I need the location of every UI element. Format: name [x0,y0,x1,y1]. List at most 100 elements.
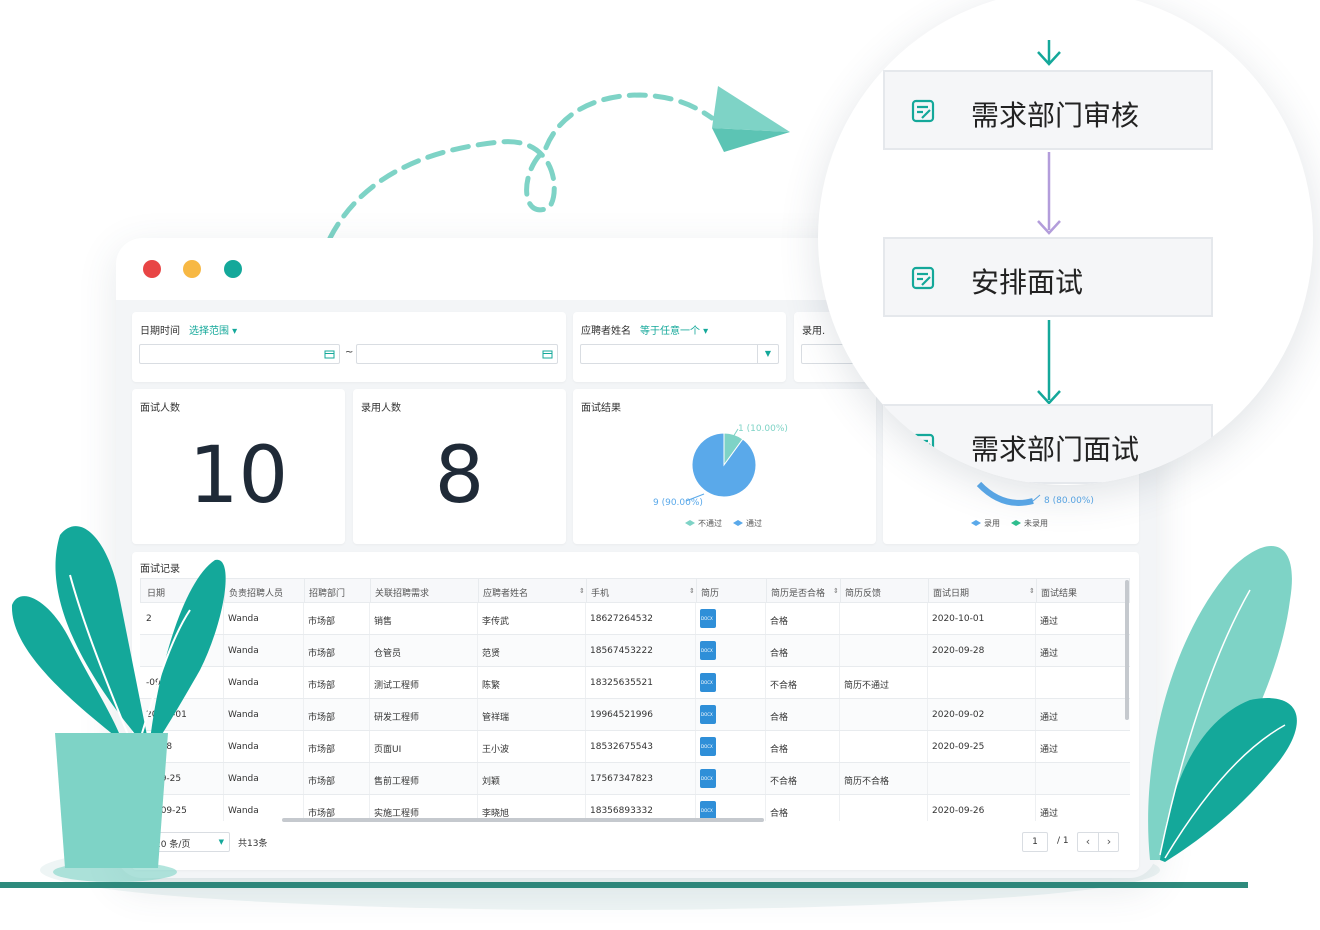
column-divider [839,699,840,731]
prev-page-icon[interactable]: ‹ [1078,833,1099,851]
date-mode-dropdown[interactable]: 选择范围 ▾ [189,322,237,337]
column-divider [839,731,840,763]
table-row[interactable]: 0-09-25 Wanda 市场部 售前工程师 刘颖 17567347823 不合格 简历不合… [140,763,1130,795]
records-title: 面试记录 [140,564,180,575]
flow-step-schedule-interview[interactable]: 安排面试 [883,237,1213,317]
table-row[interactable]: 20-09-01 Wanda 市场部 研发工程师 管祥瑞 19964521996 合格 202… [140,699,1130,731]
column-divider [1035,731,1036,763]
column-header[interactable]: 关联招聘需求 [375,586,429,599]
sort-icon[interactable]: ⇕ [579,587,585,595]
column-divider [304,579,305,604]
pie-slice [976,481,1034,506]
sort-icon[interactable]: ⇕ [833,587,839,595]
sort-icon[interactable]: ⇕ [689,587,695,595]
table-row[interactable]: -09-25 Wanda 市场部 测试工程师 陈繁 18325635521 不合格 简历不通过 [140,667,1130,699]
name-filter-label: 应聘者姓名 [581,326,631,337]
close-button[interactable] [143,260,161,278]
docx-file-icon[interactable] [700,705,716,724]
docx-file-icon[interactable] [700,673,716,692]
page-total: / 1 [1057,836,1069,846]
recruiter-cell[interactable]: Wanda [228,678,259,688]
department-cell[interactable]: 市场部 [308,742,335,755]
department-cell[interactable]: 市场部 [308,710,335,723]
page-size-select[interactable]: 20 条/页 ▼ [142,832,230,852]
column-divider [839,667,840,699]
recruiter-cell[interactable]: Wanda [228,614,259,624]
candidate-cell: 刘颖 [482,777,501,787]
minimize-button[interactable] [183,260,201,278]
column-divider [765,731,766,763]
column-divider [369,763,370,795]
legend-label: 录用 [984,519,1000,528]
column-header[interactable]: 应聘者姓名 [483,586,528,599]
date-cell: 20-09-01 [146,710,187,720]
table-row[interactable]: 08-28 Wanda 市场部 页面UI 王小波 18532675543 合格 2020-09… [140,731,1130,763]
recruiter-cell[interactable]: Wanda [228,646,259,656]
chevron-down-icon[interactable]: ▼ [219,838,224,846]
department-cell[interactable]: 市场部 [308,614,335,627]
column-header[interactable]: 负责招聘人员 [229,586,283,599]
column-divider [303,763,304,795]
table-row[interactable]: Wanda 市场部 仓管员 范贤 18567453222 合格 2020-09-28 通过 [140,635,1130,667]
current-page-input[interactable]: 1 [1022,832,1048,852]
column-header[interactable]: 简历是否合格 [771,586,825,599]
column-divider [585,731,586,763]
requirement-cell: 研发工程师 [374,713,420,723]
column-divider [585,699,586,731]
column-header[interactable]: 招聘部门 [309,586,345,599]
docx-file-icon[interactable] [700,609,716,628]
legend-marker [1011,520,1021,526]
dashed-flight-path [327,92,715,241]
result-cell: 通过 [1040,649,1059,659]
flow-step-label: 安排面试 [971,266,1084,299]
feedback-cell: 简历不通过 [844,681,890,691]
date-to-input[interactable] [356,344,558,364]
column-header[interactable]: 日期 [147,586,165,599]
horizontal-scrollbar[interactable] [282,818,764,822]
column-divider [695,731,696,763]
pie-slice [691,432,757,498]
column-header[interactable]: 手机 [591,586,609,599]
column-divider [477,699,478,731]
column-divider [927,731,928,763]
docx-file-icon[interactable] [700,641,716,660]
calendar-icon[interactable] [542,349,553,359]
department-cell[interactable]: 市场部 [308,678,335,691]
sort-icon[interactable]: ⇕ [217,587,223,595]
flow-step-department-interview[interactable]: 需求部门面试 [883,404,1213,484]
flow-step-department-review[interactable]: 需求部门审核 [883,70,1213,150]
chevron-down-icon[interactable]: ▼ [757,345,778,363]
phone-cell: 18627264532 [590,614,653,624]
docx-file-icon[interactable] [700,769,716,788]
date-filter-label: 日期时间 [140,326,180,337]
column-header[interactable]: 简历反馈 [845,586,881,599]
column-divider [839,763,840,795]
name-mode-dropdown[interactable]: 等于任意一个 ▾ [640,322,708,337]
recruiter-cell[interactable]: Wanda [228,774,259,784]
form-icon [911,266,935,290]
next-page-icon[interactable]: › [1099,833,1119,851]
recruiter-cell[interactable]: Wanda [228,710,259,720]
requirement-cell: 售前工程师 [374,777,420,787]
phone-cell: 18567453222 [590,646,653,656]
vertical-scrollbar[interactable] [1125,580,1129,720]
recruiter-cell[interactable]: Wanda [228,742,259,752]
name-select[interactable]: ▼ [580,344,779,364]
department-cell[interactable]: 市场部 [308,646,335,659]
docx-file-icon[interactable] [700,737,716,756]
date-from-input[interactable] [139,344,340,364]
recruiter-cell[interactable]: Wanda [228,806,259,816]
column-divider [223,763,224,795]
column-divider [369,635,370,667]
department-cell[interactable]: 市场部 [308,774,335,787]
column-header[interactable]: 面试结果 [1041,586,1077,599]
column-header[interactable]: 面试日期 [933,586,969,599]
table-row[interactable]: 2 Wanda 市场部 销售 李传武 18627264532 合格 2020-10-01 通过 [140,603,1130,635]
maximize-button[interactable] [224,260,242,278]
calendar-icon[interactable] [324,349,335,359]
date-cell: 20-09-25 [146,806,187,816]
column-divider [370,579,371,604]
phone-cell: 18356893332 [590,806,653,816]
sort-icon[interactable]: ⇕ [1029,587,1035,595]
column-header[interactable]: 简历 [701,586,719,599]
